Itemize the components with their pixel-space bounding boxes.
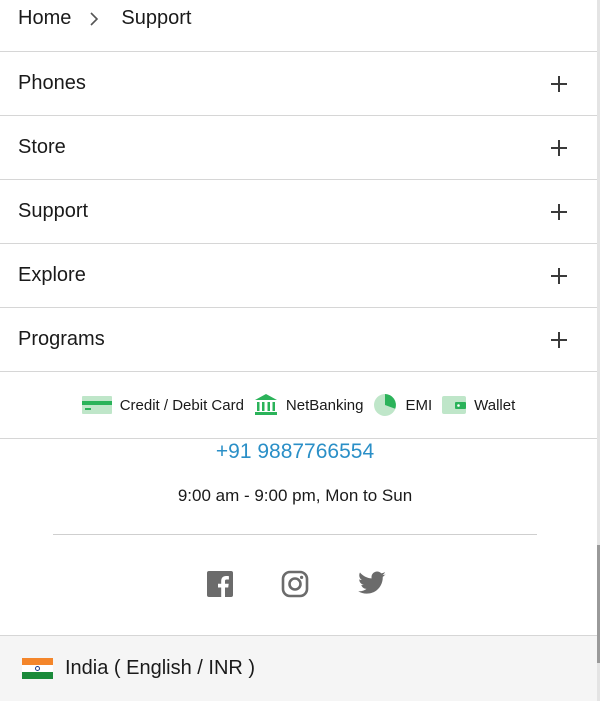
support-hours: 9:00 am - 9:00 pm, Mon to Sun [177, 486, 413, 505]
payment-wallet: Wallet [442, 395, 515, 415]
plus-icon[interactable] [551, 203, 567, 220]
card-icon [81, 396, 112, 414]
accordion-label: Programs [18, 328, 105, 350]
payment-emi: EMI [373, 393, 432, 417]
chevron-right-icon [89, 11, 99, 27]
payment-card: Credit / Debit Card [81, 395, 244, 415]
accordion-support[interactable]: Support [0, 180, 597, 244]
accordion-phones[interactable]: Phones [0, 52, 597, 116]
payment-methods: Credit / Debit Card NetBanking EMI Walle… [0, 372, 597, 439]
breadcrumb-home[interactable]: Home [18, 7, 71, 30]
wallet-icon [442, 396, 467, 414]
accordion-store[interactable]: Store [0, 116, 597, 180]
india-flag-icon [22, 657, 53, 680]
plus-icon[interactable] [551, 267, 567, 284]
pie-icon [374, 394, 397, 416]
breadcrumb-current: Support [121, 7, 192, 29]
bank-icon [254, 394, 277, 415]
payment-label: Wallet [474, 396, 516, 414]
support-phone-link[interactable]: +91 9887766554 [0, 440, 590, 464]
divider [53, 534, 537, 535]
payment-label: NetBanking [285, 396, 364, 414]
accordion-label: Phones [18, 72, 86, 94]
instagram-icon[interactable] [281, 570, 309, 598]
twitter-icon[interactable] [357, 570, 387, 598]
facebook-icon[interactable] [206, 570, 234, 598]
accordion-programs[interactable]: Programs [0, 308, 597, 372]
footer-accordion: Phones Store Support Explore Programs [0, 52, 597, 372]
accordion-label: Store [18, 136, 66, 158]
payment-netbanking: NetBanking [254, 393, 364, 417]
plus-icon[interactable] [551, 75, 567, 92]
breadcrumb: Home Support [0, 0, 597, 52]
accordion-label: Explore [18, 264, 86, 286]
region-label: India ( English / INR ) [65, 657, 256, 679]
plus-icon[interactable] [551, 331, 567, 348]
payment-label: Credit / Debit Card [119, 396, 244, 414]
region-selector[interactable]: India ( English / INR ) [0, 635, 597, 701]
payment-label: EMI [405, 396, 433, 414]
accordion-label: Support [18, 200, 89, 222]
accordion-explore[interactable]: Explore [0, 244, 597, 308]
plus-icon[interactable] [551, 139, 567, 156]
